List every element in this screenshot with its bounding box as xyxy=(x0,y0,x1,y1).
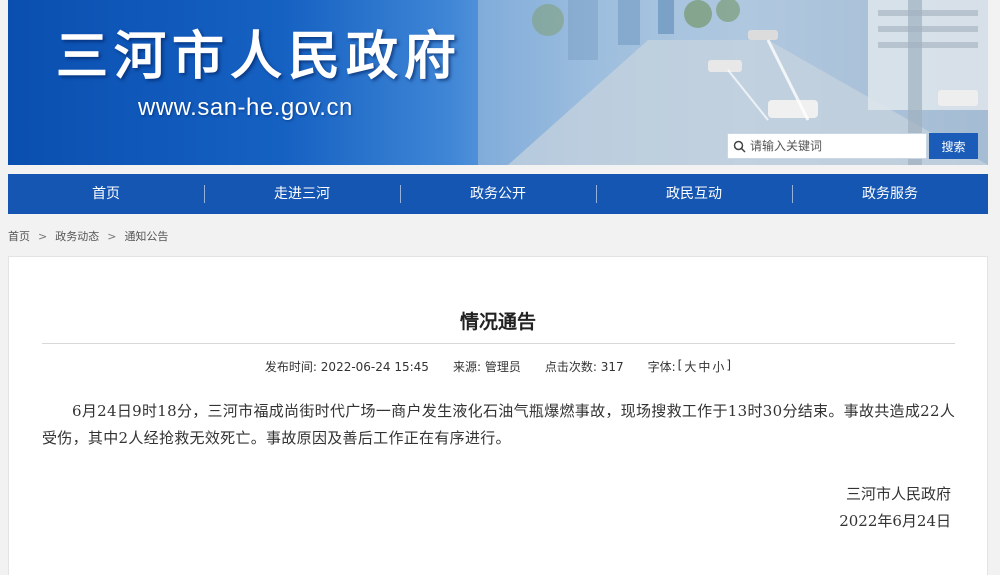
font-size-large[interactable]: 大 xyxy=(684,358,696,375)
breadcrumb-notices[interactable]: 通知公告 xyxy=(124,228,168,244)
meta-source: 来源: 管理员 xyxy=(452,360,521,374)
font-size-small[interactable]: 小 xyxy=(712,358,724,375)
nav-item-services[interactable]: 政务服务 xyxy=(792,174,988,214)
site-title: 三河市人民政府 xyxy=(56,27,463,87)
font-size-control: 字体: [ 大 中 小 ] xyxy=(647,358,732,375)
search-box xyxy=(727,133,927,159)
site-url: www.san-he.gov.cn xyxy=(138,94,353,121)
breadcrumb-news[interactable]: 政务动态 xyxy=(55,228,99,244)
search-icon xyxy=(728,134,750,158)
article-title: 情况通告 xyxy=(459,311,536,333)
article-signature: 三河市人民政府 2022年6月24日 xyxy=(839,481,951,535)
meta-views: 点击次数: 317 xyxy=(544,360,624,374)
signature-org: 三河市人民政府 xyxy=(845,485,951,503)
nav-item-home[interactable]: 首页 xyxy=(8,174,204,214)
main-nav: 首页 走进三河 政务公开 政民互动 政务服务 xyxy=(8,174,988,214)
meta-publish-time: 发布时间: 2022-06-24 15:45 xyxy=(264,360,429,374)
search-input[interactable] xyxy=(750,135,920,157)
font-size-medium[interactable]: 中 xyxy=(698,358,710,375)
breadcrumb: 首页 > 政务动态 > 通知公告 xyxy=(8,228,168,244)
nav-item-interaction[interactable]: 政民互动 xyxy=(596,174,792,214)
title-divider xyxy=(42,343,955,344)
nav-item-gov-affairs[interactable]: 政务公开 xyxy=(400,174,596,214)
nav-item-about-sanhe[interactable]: 走进三河 xyxy=(204,174,400,214)
breadcrumb-separator: > xyxy=(107,229,117,243)
article-meta: 发布时间: 2022-06-24 15:45 来源: 管理员 点击次数: 317… xyxy=(9,358,987,375)
article-card: 情况通告 发布时间: 2022-06-24 15:45 来源: 管理员 点击次数… xyxy=(8,256,988,575)
article-body: 6月24日9时18分，三河市福成尚街时代广场一商户发生液化石油气瓶爆燃事故，现场… xyxy=(42,402,956,447)
signature-date: 2022年6月24日 xyxy=(839,512,951,530)
search-button[interactable]: 搜索 xyxy=(929,133,978,159)
breadcrumb-home[interactable]: 首页 xyxy=(8,228,30,244)
breadcrumb-separator: > xyxy=(38,229,48,243)
